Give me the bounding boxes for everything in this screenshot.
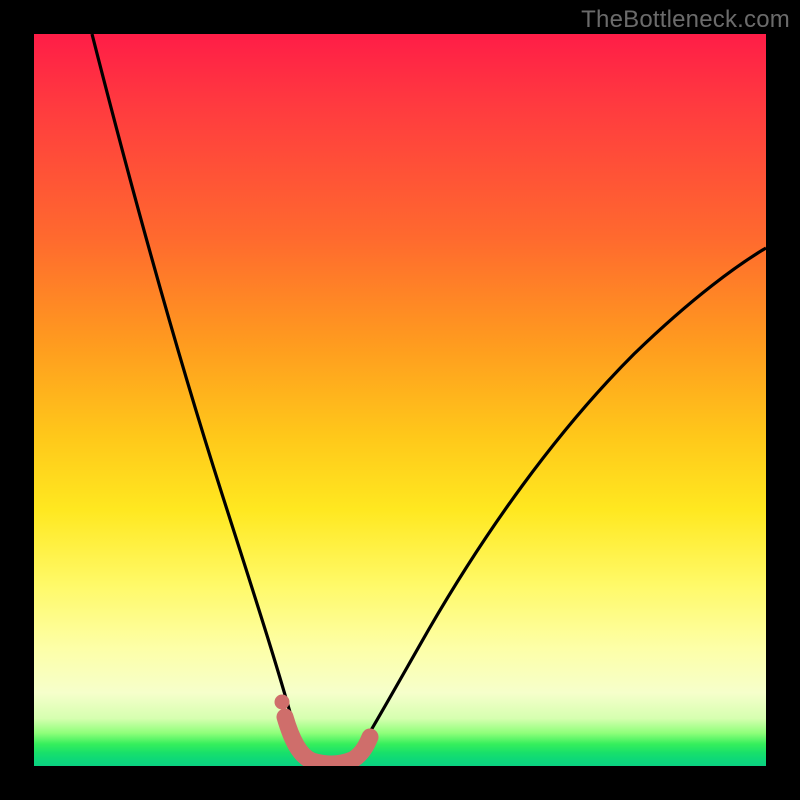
curve-svg [34, 34, 766, 766]
highlight-band [285, 717, 370, 764]
chart-frame: TheBottleneck.com [0, 0, 800, 800]
bottleneck-curve-left [92, 34, 309, 764]
plot-area [34, 34, 766, 766]
highlight-dot [275, 695, 290, 710]
watermark-text: TheBottleneck.com [581, 6, 790, 34]
bottleneck-curve-right [350, 248, 766, 764]
